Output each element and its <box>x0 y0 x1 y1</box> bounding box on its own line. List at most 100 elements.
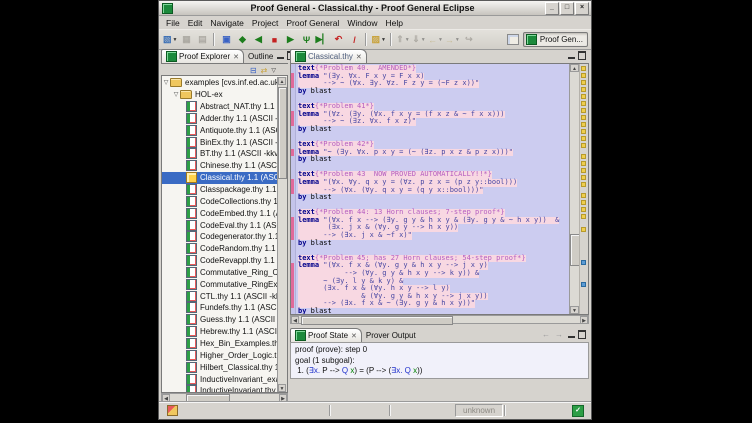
tree-item-coderandom[interactable]: CodeRandom.thy 1.1 (ASCII) <box>162 243 278 255</box>
annotation-mark[interactable] <box>581 108 586 113</box>
tree-item-inductiveinvariant[interactable]: InductiveInvariant.thy 1.1 <box>162 385 278 392</box>
annotation-mark[interactable] <box>581 182 586 187</box>
tree-item-classical[interactable]: Classical.thy 1.1 (ASCII -kkv) <box>162 172 278 184</box>
code-line[interactable]: by blast <box>298 308 568 315</box>
annotation-mark[interactable] <box>581 154 586 159</box>
minimize-button[interactable]: _ <box>545 2 559 15</box>
editor-horizontal-scrollbar[interactable]: ◀ ▶ <box>290 315 589 324</box>
code-line[interactable]: by blast <box>298 156 568 164</box>
annotation-mark[interactable] <box>581 175 586 180</box>
overview-ruler[interactable] <box>579 64 588 314</box>
open-location-icon[interactable]: ▨▼ <box>371 32 385 47</box>
new-wizard-icon[interactable]: ▧▼ <box>163 32 177 47</box>
annotation-mark[interactable] <box>581 122 586 127</box>
annotation-mark[interactable] <box>581 214 586 219</box>
tree-item-classpackage[interactable]: Classpackage.thy 1.1 (ASCII) <box>162 184 278 196</box>
tree-root-examples[interactable]: ▽examples [cvs.inf.ed.ac.uk] <box>162 77 278 89</box>
open-perspective-icon[interactable] <box>507 34 519 45</box>
tree-item-hex_bin_examples[interactable]: Hex_Bin_Examples.thy <box>162 338 278 350</box>
pg-undo-step-icon[interactable]: ◀ <box>251 32 265 47</box>
code-line[interactable]: by blast <box>298 88 568 96</box>
menu-proof-general[interactable]: Proof General <box>282 18 343 28</box>
code-line[interactable]: --> (∃x. j x & ~f x)" <box>298 232 568 240</box>
pg-next-step-icon[interactable]: ▶ <box>283 32 297 47</box>
annotation-mark[interactable] <box>581 129 586 134</box>
code-line[interactable]: --> (∀x. (∀y. q x y = (q y x::bool)))" <box>298 187 568 195</box>
code-line[interactable]: lemma "~ (∃y. ∀x. p x y = (~ (∃z. p x z … <box>298 149 568 157</box>
menu-navigate[interactable]: Navigate <box>206 18 248 28</box>
tab-classical-thy[interactable]: Classical.thy ✕ <box>290 49 367 63</box>
tree-item-binex[interactable]: BinEx.thy 1.1 (ASCII -kkv) <box>162 136 278 148</box>
maximize-button[interactable]: □ <box>560 2 574 15</box>
annotation-mark[interactable] <box>581 282 586 287</box>
menu-window[interactable]: Window <box>343 18 381 28</box>
view-menu-icon[interactable]: ▽ <box>271 67 276 74</box>
minimize-view-icon[interactable] <box>277 57 284 59</box>
tree-item-fundefs[interactable]: Fundefs.thy 1.1 (ASCII) <box>162 302 278 314</box>
pg-interrupt-icon[interactable]: ■ <box>267 32 281 47</box>
pg-undo-all-icon[interactable]: ↶ <box>331 32 345 47</box>
maximize-editor-icon[interactable] <box>578 51 586 60</box>
tree-item-abstract_nat[interactable]: Abstract_NAT.thy 1.1 (ASCII -kkv) <box>162 101 278 113</box>
tree-item-commutative_ring_complete[interactable]: Commutative_Ring_Complete <box>162 267 278 279</box>
tree-item-codeeval[interactable]: CodeEval.thy 1.1 (ASCII) <box>162 219 278 231</box>
link-with-editor-icon[interactable]: ⇄ <box>261 66 268 75</box>
annotation-mark[interactable] <box>581 87 586 92</box>
menu-help[interactable]: Help <box>382 18 407 28</box>
close-icon[interactable]: ✕ <box>356 53 362 61</box>
tree-item-codegenerator[interactable]: Codegenerator.thy 1.1 <box>162 231 278 243</box>
close-icon[interactable]: ✕ <box>351 332 357 340</box>
tree-item-hebrew[interactable]: Hebrew.thy 1.1 (ASCII -kkv) <box>162 326 278 338</box>
code-line[interactable]: --> ~ (∃z. ∀x. f x z)" <box>298 118 568 126</box>
menu-file[interactable]: File <box>162 18 184 28</box>
annotation-mark[interactable] <box>581 101 586 106</box>
pg-goto-end-icon[interactable]: ▶▏ <box>315 32 329 47</box>
tree-item-higher_order_logic[interactable]: Higher_Order_Logic.thy <box>162 349 278 361</box>
annotation-mark[interactable] <box>581 115 586 120</box>
tab-proof-explorer[interactable]: Proof Explorer ✕ <box>161 49 244 63</box>
tab-proof-state[interactable]: Proof State ✕ <box>290 328 362 342</box>
proof-general-perspective-button[interactable]: Proof Gen... <box>523 32 588 47</box>
tree-item-guess[interactable]: Guess.thy 1.1 (ASCII -kkv) <box>162 314 278 326</box>
pg-restart-icon[interactable]: / <box>347 32 361 47</box>
menu-edit[interactable]: Edit <box>184 18 207 28</box>
tree-item-commutative_ringex[interactable]: Commutative_RingEx.thy <box>162 278 278 290</box>
forward-arrow-icon[interactable]: → <box>555 330 563 339</box>
tree-item-hilbert_classical[interactable]: Hilbert_Classical.thy 1.1 <box>162 361 278 373</box>
annotation-mark[interactable] <box>581 94 586 99</box>
title-bar[interactable]: Proof General - Classical.thy - Proof Ge… <box>159 1 591 16</box>
code-line[interactable]: by blast <box>298 240 568 248</box>
tab-prover-output[interactable]: Prover Output <box>362 328 420 342</box>
annotation-mark[interactable] <box>581 227 586 232</box>
code-line[interactable]: --> ~ (∀x. ∃y. ∀z. F z y = (~F z x))" <box>298 80 568 88</box>
tree-horizontal-scrollbar[interactable]: ◀ ▶ <box>161 393 288 402</box>
minimize-panel-icon[interactable] <box>568 336 575 338</box>
annotation-mark[interactable] <box>581 168 586 173</box>
code-line[interactable]: by blast <box>298 194 568 202</box>
annotation-mark[interactable] <box>581 73 586 78</box>
close-icon[interactable]: ✕ <box>233 53 239 61</box>
annotation-mark[interactable] <box>581 66 586 71</box>
editor-body[interactable]: text{*Problem 40. AMENDED*}lemma "(∃y. ∀… <box>290 63 589 315</box>
annotation-mark[interactable] <box>581 260 586 265</box>
code-text[interactable]: text{*Problem 40. AMENDED*}lemma "(∃y. ∀… <box>298 65 568 315</box>
close-button[interactable]: × <box>575 2 589 15</box>
menu-project[interactable]: Project <box>248 18 282 28</box>
annotation-mark[interactable] <box>581 200 586 205</box>
tree-vertical-scrollbar[interactable]: ▲ ▼ <box>277 77 287 392</box>
tree-item-codeembed[interactable]: CodeEmbed.thy 1.1 (ASCII) <box>162 207 278 219</box>
code-line[interactable]: --> (∃x. f x & ~ (∃y. g y & h x y))" <box>298 300 568 308</box>
tree-item-chinese[interactable]: Chinese.thy 1.1 (ASCII -kkv) <box>162 160 278 172</box>
tree-item-bt[interactable]: BT.thy 1.1 (ASCII -kkv) <box>162 148 278 160</box>
tree-item-ctl[interactable]: CTL.thy 1.1 (ASCII -kkv) <box>162 290 278 302</box>
annotation-mark[interactable] <box>581 80 586 85</box>
tree-item-adder[interactable]: Adder.thy 1.1 (ASCII -kkv) <box>162 113 278 125</box>
annotation-mark[interactable] <box>581 161 586 166</box>
pg-use-goblet-icon[interactable]: Ψ <box>299 32 313 47</box>
maximize-panel-icon[interactable] <box>578 330 586 339</box>
tree-item-coderevappl[interactable]: CodeRevappl.thy 1.1 (ASCII) <box>162 255 278 267</box>
collapse-all-icon[interactable]: ⊟ <box>250 66 257 75</box>
proof-state-content[interactable]: proof (prove): step 0goal (1 subgoal): 1… <box>290 342 589 379</box>
pg-activate-scripting-icon[interactable]: ▣ <box>219 32 233 47</box>
annotation-mark[interactable] <box>581 207 586 212</box>
